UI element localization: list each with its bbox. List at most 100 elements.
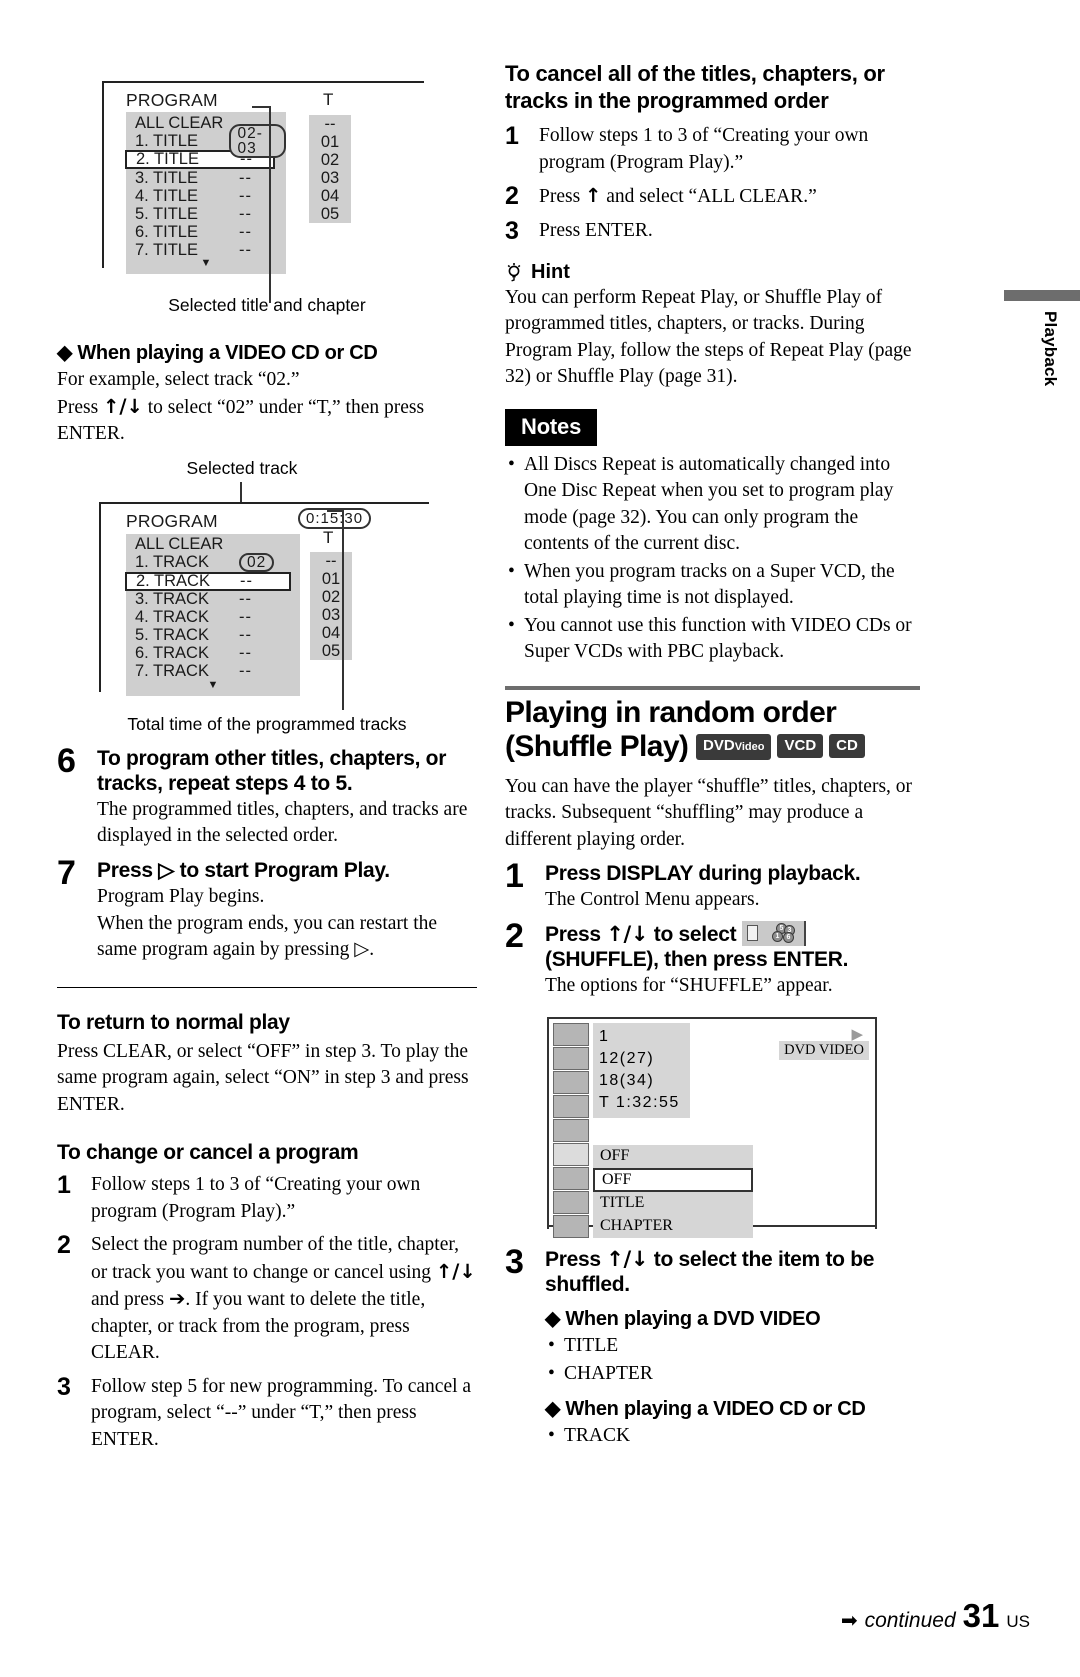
scroll-down-icon[interactable]: ▼ xyxy=(126,258,286,269)
step-3-title: Press ↑/↓ to select the item to be shuff… xyxy=(545,1247,875,1296)
info-line: 18(34) xyxy=(599,1072,655,1089)
section-heading: To return to normal play xyxy=(57,1010,290,1034)
program-row[interactable]: 4. TRACK -- xyxy=(126,608,300,627)
program-row[interactable]: 3. TRACK -- xyxy=(126,590,300,609)
menu-slot[interactable] xyxy=(553,1071,589,1094)
badge-dvd-video: DVDVideo xyxy=(696,733,772,760)
leader-line-horizontal xyxy=(252,106,271,108)
dvd-items: TITLE CHAPTER xyxy=(545,1333,920,1387)
up-down-arrow-icon: ↑/↓ xyxy=(606,922,649,946)
section-return-to-normal-play: To return to normal play Press CLEAR, or… xyxy=(57,1010,477,1119)
shuffle-step-3: 3 Press ↑/↓ to select the item to be shu… xyxy=(505,1245,920,1451)
shuffle-option[interactable]: CHAPTER xyxy=(593,1215,753,1238)
selected-track-value: 02 xyxy=(239,553,275,572)
lightbulb-icon xyxy=(507,263,521,282)
program-row[interactable]: 6. TRACK -- xyxy=(126,644,300,663)
note-item: All Discs Repeat is automatically change… xyxy=(505,452,920,558)
step-1-title: Press DISPLAY during playback. xyxy=(545,862,861,885)
step-item: 2 Press ↑ and select “ALL CLEAR.” xyxy=(505,183,920,211)
program-row-selected[interactable]: 2. TITLE -- xyxy=(125,150,275,169)
shuffle-options: OFF OFF TITLE CHAPTER xyxy=(593,1145,753,1238)
diamond-bullet-icon: ◆ xyxy=(57,342,73,364)
shuffle-option[interactable]: OFF xyxy=(593,1145,753,1168)
shuffle-step-2: 2 Press ↑/↓ to select 5316 (SHUFFLE), th… xyxy=(505,919,920,999)
step-7-title: Press ▷ to start Program Play. xyxy=(97,858,390,882)
program-row[interactable]: 1. TITLE 02-03 xyxy=(126,124,286,158)
program-row[interactable]: 7. TRACK -- xyxy=(126,662,300,681)
program-row[interactable]: 4. TITLE -- xyxy=(126,187,286,205)
step-text: Follow steps 1 to 3 of “Creating your ow… xyxy=(91,1174,421,1222)
page-region: US xyxy=(1006,1612,1030,1631)
step-7: 7 Press ▷ to start Program Play. Program… xyxy=(57,856,477,963)
shuffle-step-1: 1 Press DISPLAY during playback. The Con… xyxy=(505,857,920,913)
section-body: Press CLEAR, or select “OFF” in step 3. … xyxy=(57,1040,469,1115)
section-cancel-all: To cancel all of the titles, chapters, o… xyxy=(505,60,920,245)
section-line1: For example, select track “02.” xyxy=(57,369,300,390)
section-heading: To change or cancel a program xyxy=(57,1141,359,1164)
program-row[interactable]: 3. TITLE -- xyxy=(126,169,286,187)
info-line: 1 xyxy=(599,1028,610,1045)
program-row-selected[interactable]: 2. TRACK -- xyxy=(125,571,291,591)
up-down-arrow-icon: ↑/↓ xyxy=(103,394,143,418)
up-down-arrow-icon: ↑/↓ xyxy=(606,1247,649,1271)
step-6-title: To program other titles, chapters, or tr… xyxy=(97,746,447,795)
step-number: 1 xyxy=(505,122,519,150)
notes-block: Notes All Discs Repeat is automatically … xyxy=(505,408,920,666)
step-text: Press ↑ and select “ALL CLEAR.” xyxy=(539,184,817,207)
step-number: 2 xyxy=(505,182,519,210)
menu-slot[interactable] xyxy=(553,1047,589,1070)
control-menu-icon-slots xyxy=(553,1023,589,1239)
step-number: 6 xyxy=(57,741,76,780)
side-tab-bar xyxy=(1004,290,1080,301)
menu-slot[interactable] xyxy=(553,1191,589,1214)
section-divider-thick xyxy=(505,685,920,690)
program-row[interactable]: ALL CLEAR xyxy=(126,535,300,554)
step-2-sub: The options for “SHUFFLE” appear. xyxy=(545,975,833,996)
step-item: 3 Follow step 5 for new programming. To … xyxy=(57,1373,477,1454)
program-diagram-1-t-header: T xyxy=(323,90,334,109)
shuffle-icon: 5316 xyxy=(741,921,806,946)
step-7-sub2: When the program ends, you can restart t… xyxy=(97,912,438,960)
section-divider xyxy=(57,986,477,988)
step-1-sub: The Control Menu appears. xyxy=(545,889,760,910)
step-text: Follow step 5 for new programming. To ca… xyxy=(91,1375,472,1450)
step-text: Follow steps 1 to 3 of “Creating your ow… xyxy=(539,125,869,173)
shuffle-option-selected[interactable]: OFF xyxy=(593,1168,753,1192)
list-item: TITLE xyxy=(545,1333,920,1360)
section-heading: ◆ When playing a VIDEO CD or CD xyxy=(57,342,378,364)
menu-slot[interactable] xyxy=(553,1095,589,1118)
diagram-1-caption: Selected title and chapter xyxy=(168,295,366,315)
page-number: 31 xyxy=(962,1597,1000,1634)
program-row[interactable]: 1. TRACK 02 xyxy=(126,553,300,572)
shuffle-option[interactable]: TITLE xyxy=(593,1192,753,1215)
step-number: 1 xyxy=(57,1171,71,1199)
vcd-items: TRACK xyxy=(545,1423,920,1450)
list-item: TRACK xyxy=(545,1423,920,1450)
program-row[interactable]: 5. TITLE -- xyxy=(126,205,286,223)
info-line: T 1:32:55 xyxy=(599,1094,680,1111)
step-number: 1 xyxy=(505,857,524,895)
step-text: Select the program number of the title, … xyxy=(91,1234,476,1363)
step-2-title: Press ↑/↓ to select 5316 (SHUFFLE), then… xyxy=(545,921,849,971)
leader-line-connector xyxy=(327,509,344,512)
program-row[interactable]: 5. TRACK -- xyxy=(126,626,300,645)
diamond-bullet-icon: ◆ xyxy=(545,1398,561,1420)
menu-slot[interactable] xyxy=(553,1023,589,1046)
left-column: PROGRAM T ALL CLEAR 1. TITLE 02-03 2. TI… xyxy=(57,60,477,1453)
list-item: CHAPTER xyxy=(545,1361,920,1388)
program-row[interactable]: 6. TITLE -- xyxy=(126,223,286,241)
diagram-2-caption-bottom: Total time of the programmed tracks xyxy=(127,713,407,734)
play-icon: ▷ xyxy=(354,938,370,960)
shuffle-intro: You can have the player “shuffle” titles… xyxy=(505,775,913,850)
right-column: To cancel all of the titles, chapters, o… xyxy=(505,60,920,1451)
menu-slot[interactable] xyxy=(553,1119,589,1142)
scroll-down-icon[interactable]: ▼ xyxy=(126,679,300,690)
step-item: 3 Press ENTER. xyxy=(505,217,920,245)
program-diagram-track: Selected track PROGRAM 0:15:30 T ALL CLE… xyxy=(57,458,477,740)
section-line2: Press ↑/↓ to select “02” under “T,” then… xyxy=(57,394,425,445)
step-6-sub: The programmed titles, chapters, and tra… xyxy=(97,798,468,846)
menu-slot[interactable] xyxy=(553,1167,589,1190)
menu-slot[interactable] xyxy=(553,1215,589,1238)
info-line: 12(27) xyxy=(599,1050,655,1067)
menu-slot-selected[interactable] xyxy=(553,1143,589,1166)
